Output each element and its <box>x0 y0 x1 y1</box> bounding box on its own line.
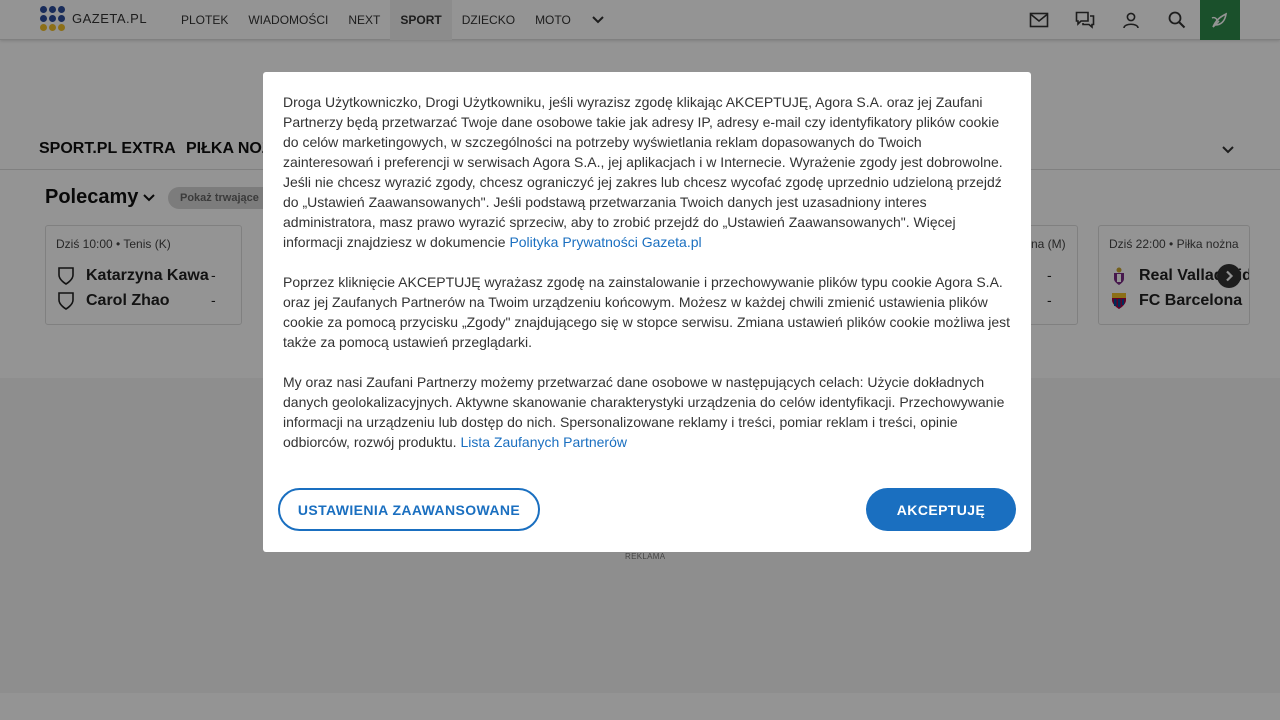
consent-text: Droga Użytkowniczko, Drogi Użytkowniku, … <box>283 92 1011 472</box>
accept-button[interactable]: AKCEPTUJĘ <box>866 488 1016 531</box>
consent-paragraph: Droga Użytkowniczko, Drogi Użytkowniku, … <box>283 92 1011 252</box>
consent-paragraph: Poprzez kliknięcie AKCEPTUJĘ wyrażasz zg… <box>283 274 1011 350</box>
trusted-partners-link[interactable]: Lista Zaufanych Partnerów <box>460 434 627 450</box>
consent-paragraph-text: My oraz nasi Zaufani Partnerzy możemy pr… <box>283 374 1005 450</box>
cookie-consent-dialog: Droga Użytkowniczko, Drogi Użytkowniku, … <box>263 72 1031 552</box>
consent-paragraph-text: Droga Użytkowniczko, Drogi Użytkowniku, … <box>283 94 1003 250</box>
advanced-settings-button[interactable]: USTAWIENIA ZAAWANSOWANE <box>278 488 540 531</box>
consent-paragraph: My oraz nasi Zaufani Partnerzy możemy pr… <box>283 372 1011 452</box>
privacy-policy-link[interactable]: Polityka Prywatności Gazeta.pl <box>509 234 701 250</box>
